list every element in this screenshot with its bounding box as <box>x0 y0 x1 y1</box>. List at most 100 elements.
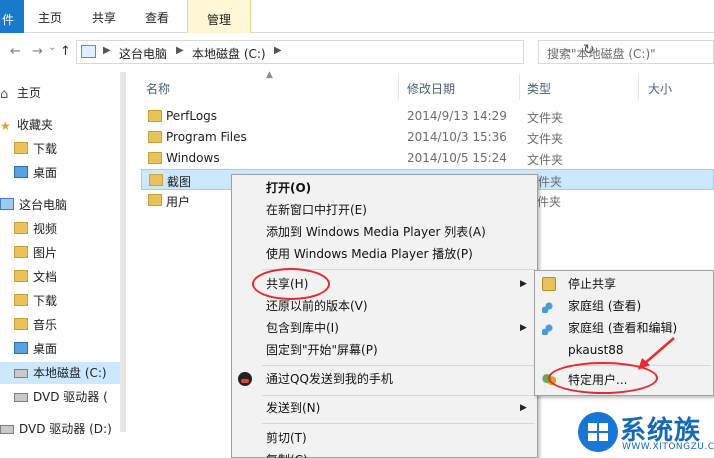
tab-share[interactable]: 共享 <box>92 4 116 32</box>
lock-icon <box>542 277 556 291</box>
menu-item-add-to-wmp-list[interactable]: 添加到 Windows Media Player 列表(A) <box>266 221 486 243</box>
menu-item-cut[interactable]: 剪切(T) <box>266 427 307 449</box>
column-divider[interactable] <box>519 74 520 100</box>
search-placeholder: 搜索"本地磁盘 (C:)" <box>547 47 656 61</box>
sidebar-item-pictures[interactable]: 图片 <box>14 242 57 264</box>
menu-item-user-pkaust88[interactable]: pkaust88 <box>568 339 624 361</box>
sidebar-item-videos[interactable]: 视频 <box>14 218 57 240</box>
breadcrumb-chevron-icon[interactable]: ▶ <box>176 45 184 56</box>
sidebar-item-label: 桌面 <box>33 342 58 356</box>
menu-item-send-via-qq[interactable]: 通过QQ发送到我的手机 <box>266 368 393 390</box>
menu-item-pin-to-start[interactable]: 固定到"开始"屏幕(P) <box>266 339 378 361</box>
file-row[interactable]: PerfLogs 2014/9/13 14:29 文件夹 <box>141 106 714 127</box>
sidebar-item-label: 视频 <box>33 222 58 236</box>
sidebar-item-label: 图片 <box>33 246 58 260</box>
sidebar-item-label: 本地磁盘 (C:) <box>33 366 107 380</box>
recent-locations-chevron-icon[interactable]: ⌄ <box>48 42 56 53</box>
sidebar-item-home[interactable]: ⌂ 主页 <box>0 82 41 104</box>
navigation-bar: ← → ⌄ ↑ ▶ 这台电脑 ▶ 本地磁盘 (C:) ▶ ⌄ ↻ 搜索"本地磁盘… <box>0 38 714 68</box>
column-header-name[interactable]: 名称 <box>146 80 170 97</box>
sidebar-item-downloads[interactable]: 下载 <box>14 290 57 312</box>
file-row[interactable]: Program Files 2014/10/3 15:36 文件夹 <box>141 127 714 148</box>
search-input[interactable]: 搜索"本地磁盘 (C:)" <box>538 40 714 64</box>
file-type: 文件夹 <box>527 111 564 125</box>
menu-item-play-with-wmp[interactable]: 使用 Windows Media Player 播放(P) <box>266 243 473 265</box>
pictures-folder-icon <box>14 246 28 258</box>
tab-home[interactable]: 主页 <box>38 4 62 32</box>
sidebar-item-label: 文档 <box>33 270 58 284</box>
folder-icon <box>148 110 162 122</box>
dvd-icon <box>0 425 14 434</box>
menu-item-stop-sharing[interactable]: 停止共享 <box>568 273 616 295</box>
column-header-size[interactable]: 大小 <box>648 80 672 97</box>
folder-icon <box>148 194 162 206</box>
menu-item-open-new-window[interactable]: 在新窗口中打开(E) <box>266 199 367 221</box>
file-type: 文件夹 <box>527 153 564 167</box>
address-bar[interactable]: ▶ 这台电脑 ▶ 本地磁盘 (C:) ▶ ⌄ ↻ <box>76 40 595 64</box>
back-arrow-icon[interactable]: ← <box>10 44 21 59</box>
navigation-pane: ⌂ 主页 ★ 收藏夹 下载 桌面 这台电脑 视频 图片 文档 下载 音乐 桌面 本地… <box>0 72 124 458</box>
sidebar-item-desktop[interactable]: 桌面 <box>14 162 57 184</box>
column-header-date[interactable]: 修改日期 <box>407 80 455 97</box>
sidebar-item-label: 主页 <box>17 86 42 100</box>
breadcrumb-this-pc[interactable]: 这台电脑 <box>119 45 167 62</box>
sidebar-item-label: 音乐 <box>33 318 58 332</box>
file-name: Program Files <box>166 130 247 144</box>
context-menu: 打开(O) 在新窗口中打开(E) 添加到 Windows Media Playe… <box>231 174 538 458</box>
file-date: 2014/9/13 14:29 <box>407 109 507 123</box>
sidebar-item-music[interactable]: 音乐 <box>14 314 57 336</box>
sidebar-item-label: 桌面 <box>33 166 58 180</box>
tab-file[interactable]: 件 <box>0 0 24 33</box>
sidebar-item-favorites[interactable]: ★ 收藏夹 <box>0 114 53 136</box>
up-arrow-icon[interactable]: ↑ <box>60 44 71 59</box>
music-folder-icon <box>14 318 28 330</box>
menu-divider <box>262 423 535 424</box>
annotation-arrow-icon <box>638 337 675 370</box>
column-header-type[interactable]: 类型 <box>527 80 551 97</box>
windows-logo-icon <box>578 412 618 452</box>
menu-item-copy[interactable]: 复制(C) <box>266 449 308 458</box>
ribbon: 件 主页 共享 查看 管理 <box>0 0 714 33</box>
dvd-icon <box>14 393 28 402</box>
column-divider[interactable] <box>638 74 639 100</box>
file-type: 件夹 <box>538 175 563 189</box>
sidebar-item-documents[interactable]: 文档 <box>14 266 57 288</box>
qq-icon <box>238 372 252 386</box>
sidebar-item-local-disk-c[interactable]: 本地磁盘 (C:) <box>0 362 120 384</box>
watermark-url: WWW.XITONGZU.COM <box>622 442 714 452</box>
menu-item-open[interactable]: 打开(O) <box>266 177 311 199</box>
file-name: PerfLogs <box>166 109 218 123</box>
file-name: 用户 <box>166 195 191 209</box>
sidebar-item-downloads[interactable]: 下载 <box>14 138 57 160</box>
folder-icon <box>148 152 162 164</box>
menu-divider <box>262 395 535 396</box>
menu-divider <box>262 365 535 366</box>
breadcrumb-chevron-icon[interactable]: ▶ <box>274 45 282 56</box>
tab-manage[interactable]: 管理 <box>187 0 251 33</box>
column-divider[interactable] <box>398 74 399 100</box>
computer-icon <box>0 198 14 210</box>
menu-item-send-to[interactable]: 发送到(N) <box>266 397 320 419</box>
breadcrumb-local-disk[interactable]: 本地磁盘 (C:) <box>192 45 266 62</box>
sidebar-item-this-pc[interactable]: 这台电脑 <box>0 194 67 216</box>
breadcrumb-chevron-icon[interactable]: ▶ <box>103 45 111 56</box>
download-folder-icon <box>14 294 28 306</box>
forward-arrow-icon[interactable]: → <box>32 44 43 59</box>
menu-item-homegroup-view[interactable]: 家庭组 (查看) <box>568 295 641 317</box>
documents-folder-icon <box>14 270 28 282</box>
file-type: 文件夹 <box>527 132 564 146</box>
file-row[interactable]: Windows 2014/10/5 15:24 文件夹 <box>141 148 714 169</box>
navigation-scrollbar[interactable] <box>120 72 126 432</box>
file-name: 截图 <box>167 175 192 189</box>
sidebar-item-label: 下载 <box>33 142 58 156</box>
sidebar-item-label: 这台电脑 <box>19 198 68 212</box>
sidebar-item-dvd-drive-d[interactable]: DVD 驱动器 (D:) <box>0 418 112 440</box>
sidebar-item-desktop[interactable]: 桌面 <box>14 338 57 360</box>
home-icon: ⌂ <box>0 87 9 102</box>
sidebar-item-label: DVD 驱动器 (D:) <box>19 422 112 436</box>
menu-item-include-in-library[interactable]: 包含到库中(I) <box>266 317 339 339</box>
tab-view[interactable]: 查看 <box>145 4 169 32</box>
submenu-arrow-icon: ▶ <box>520 323 527 333</box>
sidebar-item-dvd-drive[interactable]: DVD 驱动器 ( <box>14 386 108 408</box>
submenu-arrow-icon: ▶ <box>520 279 527 289</box>
